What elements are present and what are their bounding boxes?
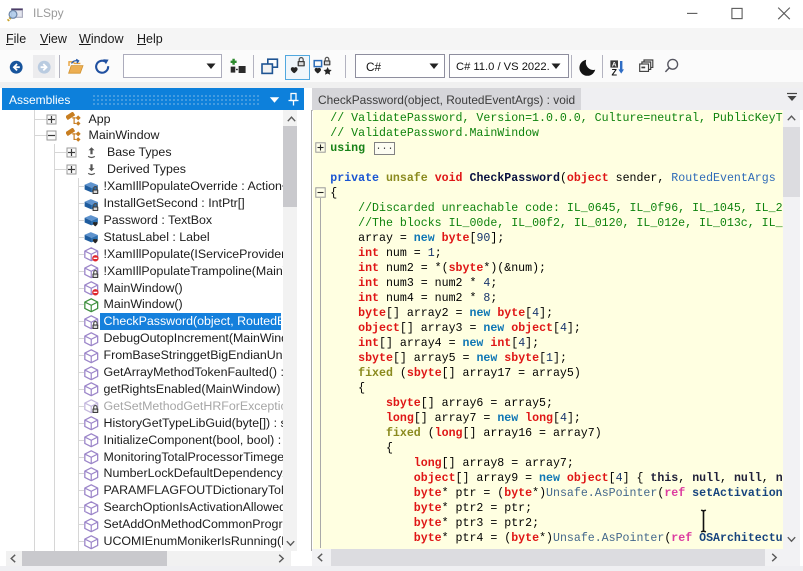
svg-text:Z: Z — [611, 68, 617, 77]
